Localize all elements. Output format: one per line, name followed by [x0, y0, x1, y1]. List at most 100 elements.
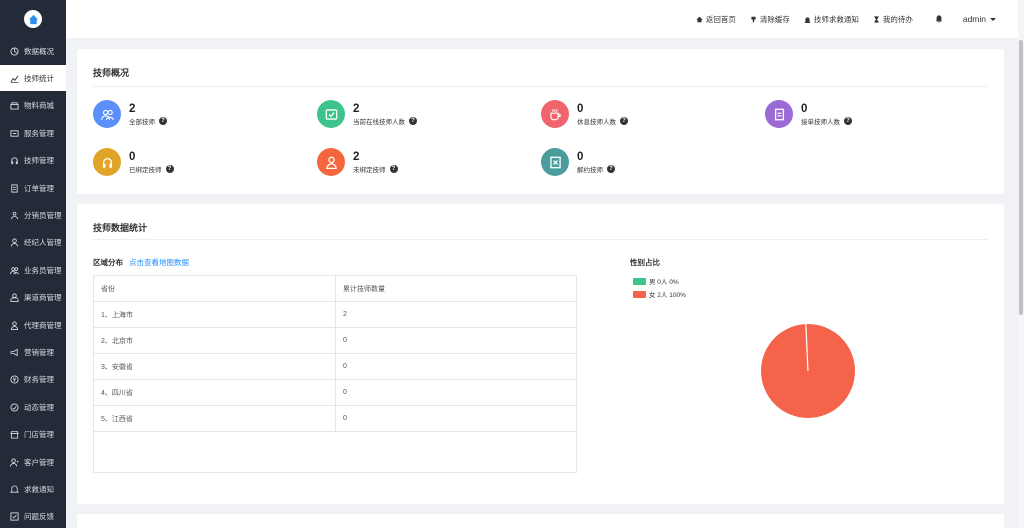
sidebar-item-label: 渠道商管理 — [24, 293, 62, 303]
sidebar-item[interactable]: 经纪人管理 — [0, 230, 66, 256]
sidebar-item[interactable]: 门店管理 — [0, 422, 66, 448]
sidebar-item[interactable]: 订单管理 — [0, 175, 66, 201]
sidebar-item-label: 订单管理 — [24, 183, 54, 193]
help-icon[interactable]: ? — [389, 164, 398, 173]
stat-text: 0 已绑定技师 ? — [129, 151, 174, 174]
stats-title: 技师数据统计 — [93, 223, 148, 233]
sidebar-item-label: 动态管理 — [24, 402, 54, 412]
sidebar-item[interactable]: 动态管理 — [0, 394, 66, 420]
stat-text: 2 未绑定技师 ? — [353, 151, 398, 174]
customer-icon — [10, 457, 19, 467]
finance-icon — [10, 375, 19, 384]
overview-title: 技师概况 — [93, 68, 130, 78]
sidebar-item[interactable]: 求救通知 — [0, 476, 66, 502]
back-home-link[interactable]: 返回首页 — [696, 14, 736, 25]
overview-card: 技师概况 2 全部技师 ? 2 当前在线技师人数 ? 0 休息技师人数 ? 0 … — [77, 49, 1004, 194]
sidebar-item[interactable]: 问题反馈 — [0, 504, 66, 528]
help-icon[interactable]: ? — [409, 116, 417, 125]
sidebar: 数据概况技师统计物料商城 服务管理技师管理订单管理分销员管理 经纪人管理 业务员管理渠… — [0, 0, 66, 528]
sidebar-item[interactable]: 物料商城 — [0, 93, 66, 119]
home-logo[interactable] — [24, 10, 42, 28]
store-icon — [10, 431, 19, 439]
stats-card: 技师数据统计 区域分布 点击查看地图数据 省份 累计技师数量 1、上海市 2 2、… — [77, 204, 1004, 504]
todo-link[interactable]: 我的待办 — [873, 14, 913, 25]
service-icon — [10, 130, 19, 137]
sidebar-item[interactable]: 服务管理 — [0, 120, 66, 146]
home-icon — [28, 14, 38, 24]
sidebar-item[interactable]: 技师管理 — [0, 148, 66, 174]
sidebar-item[interactable]: 客户管理 — [0, 449, 66, 475]
stat-icon-circle — [541, 100, 569, 128]
sidebar-item[interactable]: 渠道商管理 — [0, 285, 66, 311]
order-icon — [774, 108, 784, 120]
scroll-thumb[interactable] — [1019, 40, 1023, 315]
chevron-down-icon — [990, 17, 996, 21]
stat-item: 2 未绑定技师 ? — [317, 148, 398, 176]
sidebar-item[interactable]: 财务管理 — [0, 367, 66, 393]
todo-label: 我的待办 — [882, 14, 913, 24]
terminate-icon — [549, 156, 561, 168]
help-icon[interactable]: ? — [159, 116, 167, 125]
sidebar-item-label: 求救通知 — [24, 484, 54, 494]
help-icon[interactable]: ? — [844, 116, 852, 125]
help-icon[interactable]: ? — [607, 164, 615, 173]
stat-icon-circle — [541, 148, 569, 176]
agent-icon — [10, 320, 19, 330]
column-header-count: 累计技师数量 — [343, 285, 385, 293]
map-data-link[interactable]: 点击查看地图数据 — [129, 257, 189, 268]
stat-label: 休息技师人数 — [577, 118, 616, 126]
team-icon — [10, 211, 19, 220]
stat-text: 0 休息技师人数 ? — [577, 103, 628, 126]
stat-icon-circle — [317, 100, 345, 128]
help-icon[interactable]: ? — [620, 116, 628, 125]
sidebar-item-label: 技师统计 — [24, 73, 54, 83]
sidebar-item-label: 问题反馈 — [24, 512, 54, 522]
count-cell: 0 — [343, 337, 347, 344]
shop-icon — [10, 102, 19, 110]
bell-icon — [10, 485, 19, 493]
help-icon[interactable]: ? — [165, 164, 174, 173]
bell-icon — [935, 15, 943, 23]
count-cell: 0 — [343, 363, 347, 370]
topbar: 返回首页 清除缓存 技师求救通知 我的待办 admin — [66, 0, 1018, 38]
divider — [93, 239, 988, 240]
coffee-icon — [549, 108, 561, 120]
logo-area — [0, 0, 66, 38]
table-row: 2、北京市 0 — [94, 328, 576, 354]
users-icon — [10, 266, 19, 275]
clear-cache-link[interactable]: 清除缓存 — [750, 14, 790, 25]
sidebar-item-label: 代理商管理 — [24, 320, 62, 330]
count-cell: 0 — [343, 389, 347, 396]
notification-bell[interactable] — [935, 15, 943, 23]
legend-item-male[interactable]: 男 0人 0% — [633, 276, 679, 286]
stat-value: 2 — [353, 102, 360, 115]
headset-icon — [102, 157, 112, 168]
dashboard-icon — [10, 46, 19, 56]
stat-text: 2 全部技师 ? — [129, 103, 167, 126]
username: admin — [962, 14, 986, 24]
sidebar-item[interactable]: 代理商管理 — [0, 312, 66, 338]
sos-notice-link[interactable]: 技师求救通知 — [804, 14, 859, 25]
sidebar-item-label: 营销管理 — [24, 347, 54, 357]
alarm-icon — [804, 16, 811, 23]
sidebar-item-label: 门店管理 — [24, 430, 54, 440]
user-menu[interactable]: admin — [963, 14, 996, 24]
stat-value: 0 — [801, 102, 808, 115]
stat-label-row: 未绑定技师 ? — [353, 164, 398, 174]
stat-item: 2 全部技师 ? — [93, 100, 167, 128]
stat-label-row: 已绑定技师 ? — [129, 164, 174, 174]
sidebar-item[interactable]: 技师统计 — [0, 65, 66, 92]
sidebar-item[interactable]: 数据概况 — [0, 38, 66, 64]
sidebar-item[interactable]: 业务员管理 — [0, 257, 66, 283]
legend-item-female[interactable]: 女 2人 100% — [633, 289, 686, 299]
stat-item: 2 当前在线技师人数 ? — [317, 100, 417, 128]
count-cell: 0 — [343, 415, 347, 422]
sidebar-item[interactable]: 营销管理 — [0, 339, 66, 365]
sidebar-item-label: 技师管理 — [24, 156, 54, 166]
region-table: 省份 累计技师数量 1、上海市 2 2、北京市 0 3、安徽省 0 4、四川省 0 5、… — [93, 275, 577, 473]
page-scrollbar[interactable] — [1018, 0, 1024, 528]
stat-item: 0 已绑定技师 ? — [93, 148, 174, 176]
stat-value: 0 — [577, 102, 584, 115]
sidebar-item[interactable]: 分销员管理 — [0, 202, 66, 228]
region-header: 区域分布 点击查看地图数据 — [93, 257, 189, 268]
